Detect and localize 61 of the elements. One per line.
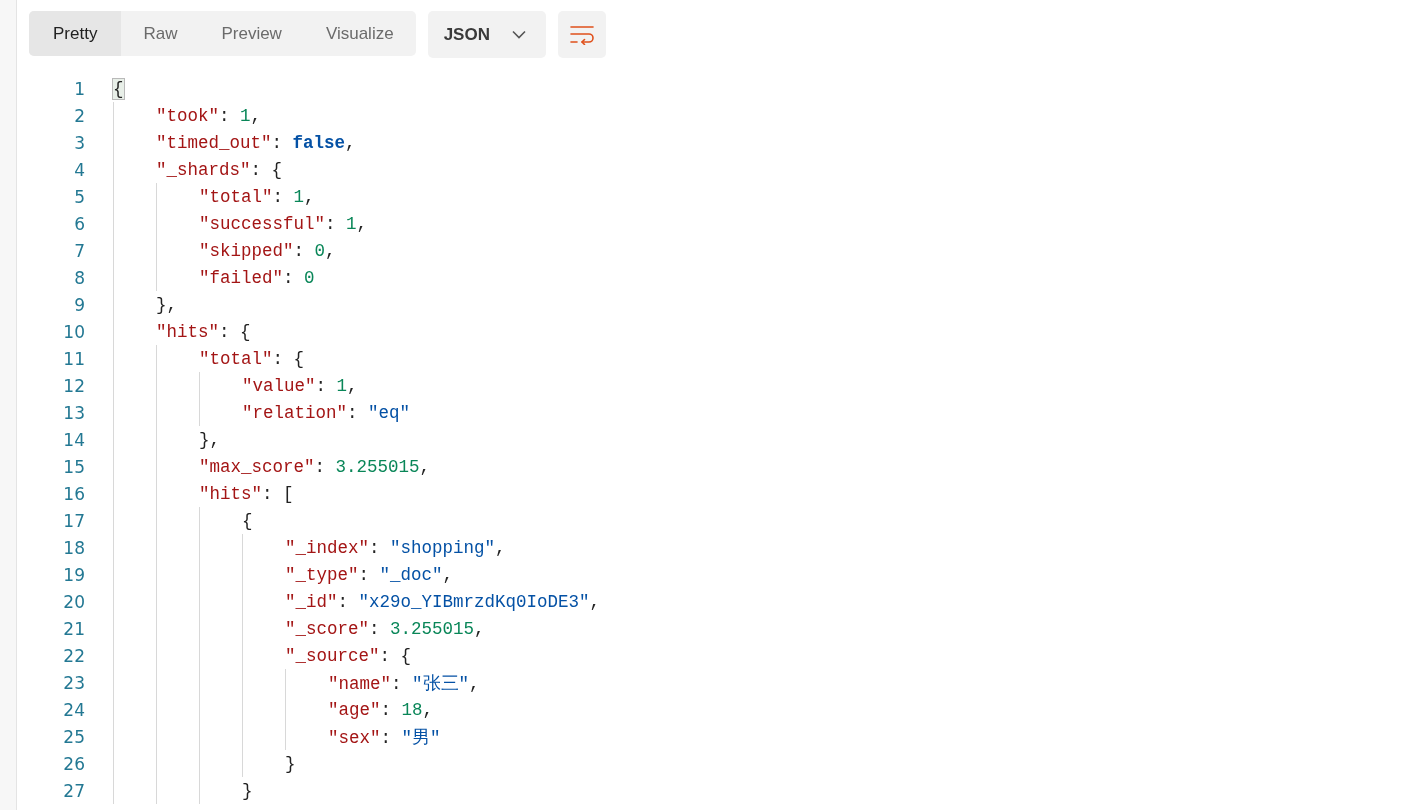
line-number: 11 [62, 348, 85, 369]
line-number: 5 [73, 186, 85, 207]
line-number: 15 [62, 456, 85, 477]
line-number: 26 [62, 753, 85, 774]
line-number: 24 [62, 699, 85, 720]
code-line: "sex": "男" [328, 726, 441, 749]
code-line: "_type": "_doc", [285, 564, 454, 585]
line-number: 18 [62, 537, 85, 558]
line-number: 22 [62, 645, 85, 666]
code-line: "relation": "eq" [242, 402, 411, 423]
line-number: 27 [62, 780, 85, 801]
line-number: 16 [62, 483, 85, 504]
line-number: 7 [73, 240, 85, 261]
line-number: 2 [73, 105, 85, 126]
line-number: 17 [62, 510, 85, 531]
code-line: "took": 1, [156, 105, 262, 126]
code-line: "total": { [199, 348, 305, 369]
code-line: "total": 1, [199, 186, 315, 207]
code-line: "_score": 3.255015, [285, 618, 485, 639]
line-number: 8 [73, 267, 85, 288]
code-line: }, [156, 294, 177, 315]
code-line: }, [199, 429, 220, 450]
line-number: 23 [62, 672, 85, 693]
wrap-lines-icon [569, 24, 594, 45]
line-number: 13 [62, 402, 85, 423]
line-number: 20 [62, 591, 85, 612]
line-number: 10 [62, 321, 85, 342]
code-line: "_shards": { [156, 159, 283, 180]
code-line: "failed": 0 [199, 267, 315, 288]
line-number: 9 [73, 294, 85, 315]
code-line: } [242, 780, 253, 801]
code-line: } [285, 753, 296, 774]
code-line: "value": 1, [242, 375, 358, 396]
wrap-lines-button[interactable] [557, 11, 606, 58]
code-line: "age": 18, [328, 699, 434, 720]
line-number: 21 [62, 618, 85, 639]
view-tab[interactable]: Preview [199, 11, 304, 56]
line-number: 6 [73, 213, 85, 234]
code-line: "hits": [ [199, 483, 294, 504]
line-number: 1 [73, 78, 85, 99]
view-tab[interactable]: Visualize [303, 11, 416, 56]
line-number: 14 [62, 429, 85, 450]
code-line: "hits": { [156, 321, 251, 342]
code-line: "max_score": 3.255015, [199, 456, 431, 477]
chevron-down-icon [511, 30, 526, 39]
code-line: "_index": "shopping", [285, 537, 506, 558]
line-number: 4 [73, 159, 85, 180]
code-line: "name": "张三", [328, 672, 480, 695]
view-tab[interactable]: Raw [121, 11, 200, 56]
format-dropdown[interactable]: JSON [427, 11, 546, 58]
code-line: "_source": { [285, 645, 412, 666]
code-line: "skipped": 0, [199, 240, 336, 261]
line-number: 25 [62, 726, 85, 747]
code-line: { [242, 510, 253, 531]
code-line: "timed_out": false, [156, 132, 356, 153]
code-line: "successful": 1, [199, 213, 368, 234]
view-tab[interactable]: Pretty [29, 11, 122, 56]
line-number: 19 [62, 564, 85, 585]
line-number: 3 [73, 132, 85, 153]
code-line: "_id": "x29o_YIBmrzdKq0IoDE3", [285, 591, 601, 612]
line-number: 12 [62, 375, 85, 396]
